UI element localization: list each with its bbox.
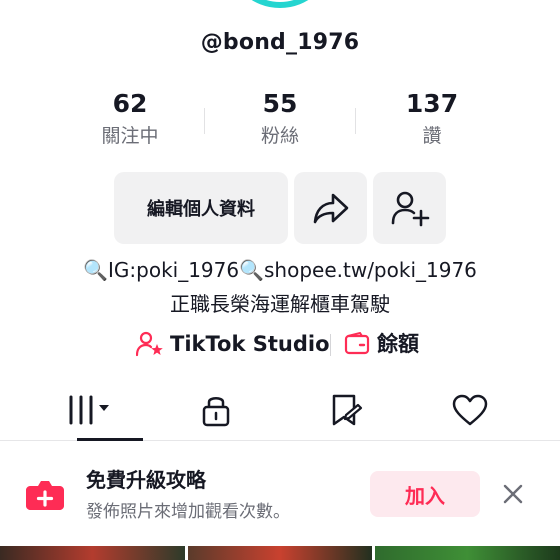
video-thumbnail[interactable] <box>187 546 373 560</box>
likes-label: 讚 <box>422 125 442 147</box>
add-user-icon <box>391 191 429 227</box>
tab-private[interactable] <box>146 380 286 440</box>
avatar-ring <box>226 0 334 8</box>
lock-icon <box>202 397 230 427</box>
studio-label: TikTok Studio <box>170 332 330 356</box>
close-icon[interactable] <box>500 481 526 507</box>
stat-divider <box>355 108 356 134</box>
video-thumbnail[interactable] <box>0 546 185 560</box>
following-count: 62 <box>112 89 148 118</box>
bookmark-icon <box>332 394 363 426</box>
join-button[interactable]: 加入 <box>370 471 480 517</box>
tab-saved[interactable] <box>276 380 416 440</box>
edit-profile-button[interactable]: 編輯個人資料 <box>114 172 288 244</box>
promo-subtitle: 發佈照片來增加觀看次數。 <box>86 502 290 522</box>
stat-following[interactable]: 62 關注中 <box>60 88 200 150</box>
tab-videos[interactable] <box>20 380 160 441</box>
studio-icon <box>136 331 163 357</box>
profile-tabs <box>0 380 560 441</box>
followers-label: 粉絲 <box>260 125 299 147</box>
tab-liked[interactable] <box>400 380 540 440</box>
add-friend-button[interactable] <box>373 172 446 244</box>
bio-line-2: 正職長榮海運解櫃車駕駛 <box>170 292 390 316</box>
photo-plus-icon <box>26 481 64 510</box>
stat-followers[interactable]: 55 粉絲 <box>210 88 350 150</box>
promo-banner: 免費升級攻略 發佈照片來增加觀看次數。 加入 <box>0 441 560 545</box>
likes-count: 137 <box>405 89 459 118</box>
username: @bond_1976 <box>200 30 360 55</box>
stat-likes[interactable]: 137 讚 <box>362 88 502 150</box>
following-label: 關注中 <box>101 125 159 147</box>
grid-icon <box>69 395 109 425</box>
profile-links: TikTok Studio 餘額 <box>0 328 560 360</box>
video-grid <box>0 546 560 560</box>
heart-icon <box>452 394 488 426</box>
stat-divider <box>204 108 205 134</box>
wallet-label: 餘額 <box>377 332 419 356</box>
link-divider <box>330 334 331 356</box>
share-profile-button[interactable] <box>294 172 367 244</box>
bio-line-1: 🔍IG:poki_1976🔍shopee.tw/poki_1976 <box>83 258 477 282</box>
promo-title: 免費升級攻略 <box>86 468 206 492</box>
share-icon <box>313 193 348 224</box>
followers-count: 55 <box>262 89 298 118</box>
video-thumbnail[interactable] <box>375 546 560 560</box>
wallet-icon <box>344 332 370 355</box>
